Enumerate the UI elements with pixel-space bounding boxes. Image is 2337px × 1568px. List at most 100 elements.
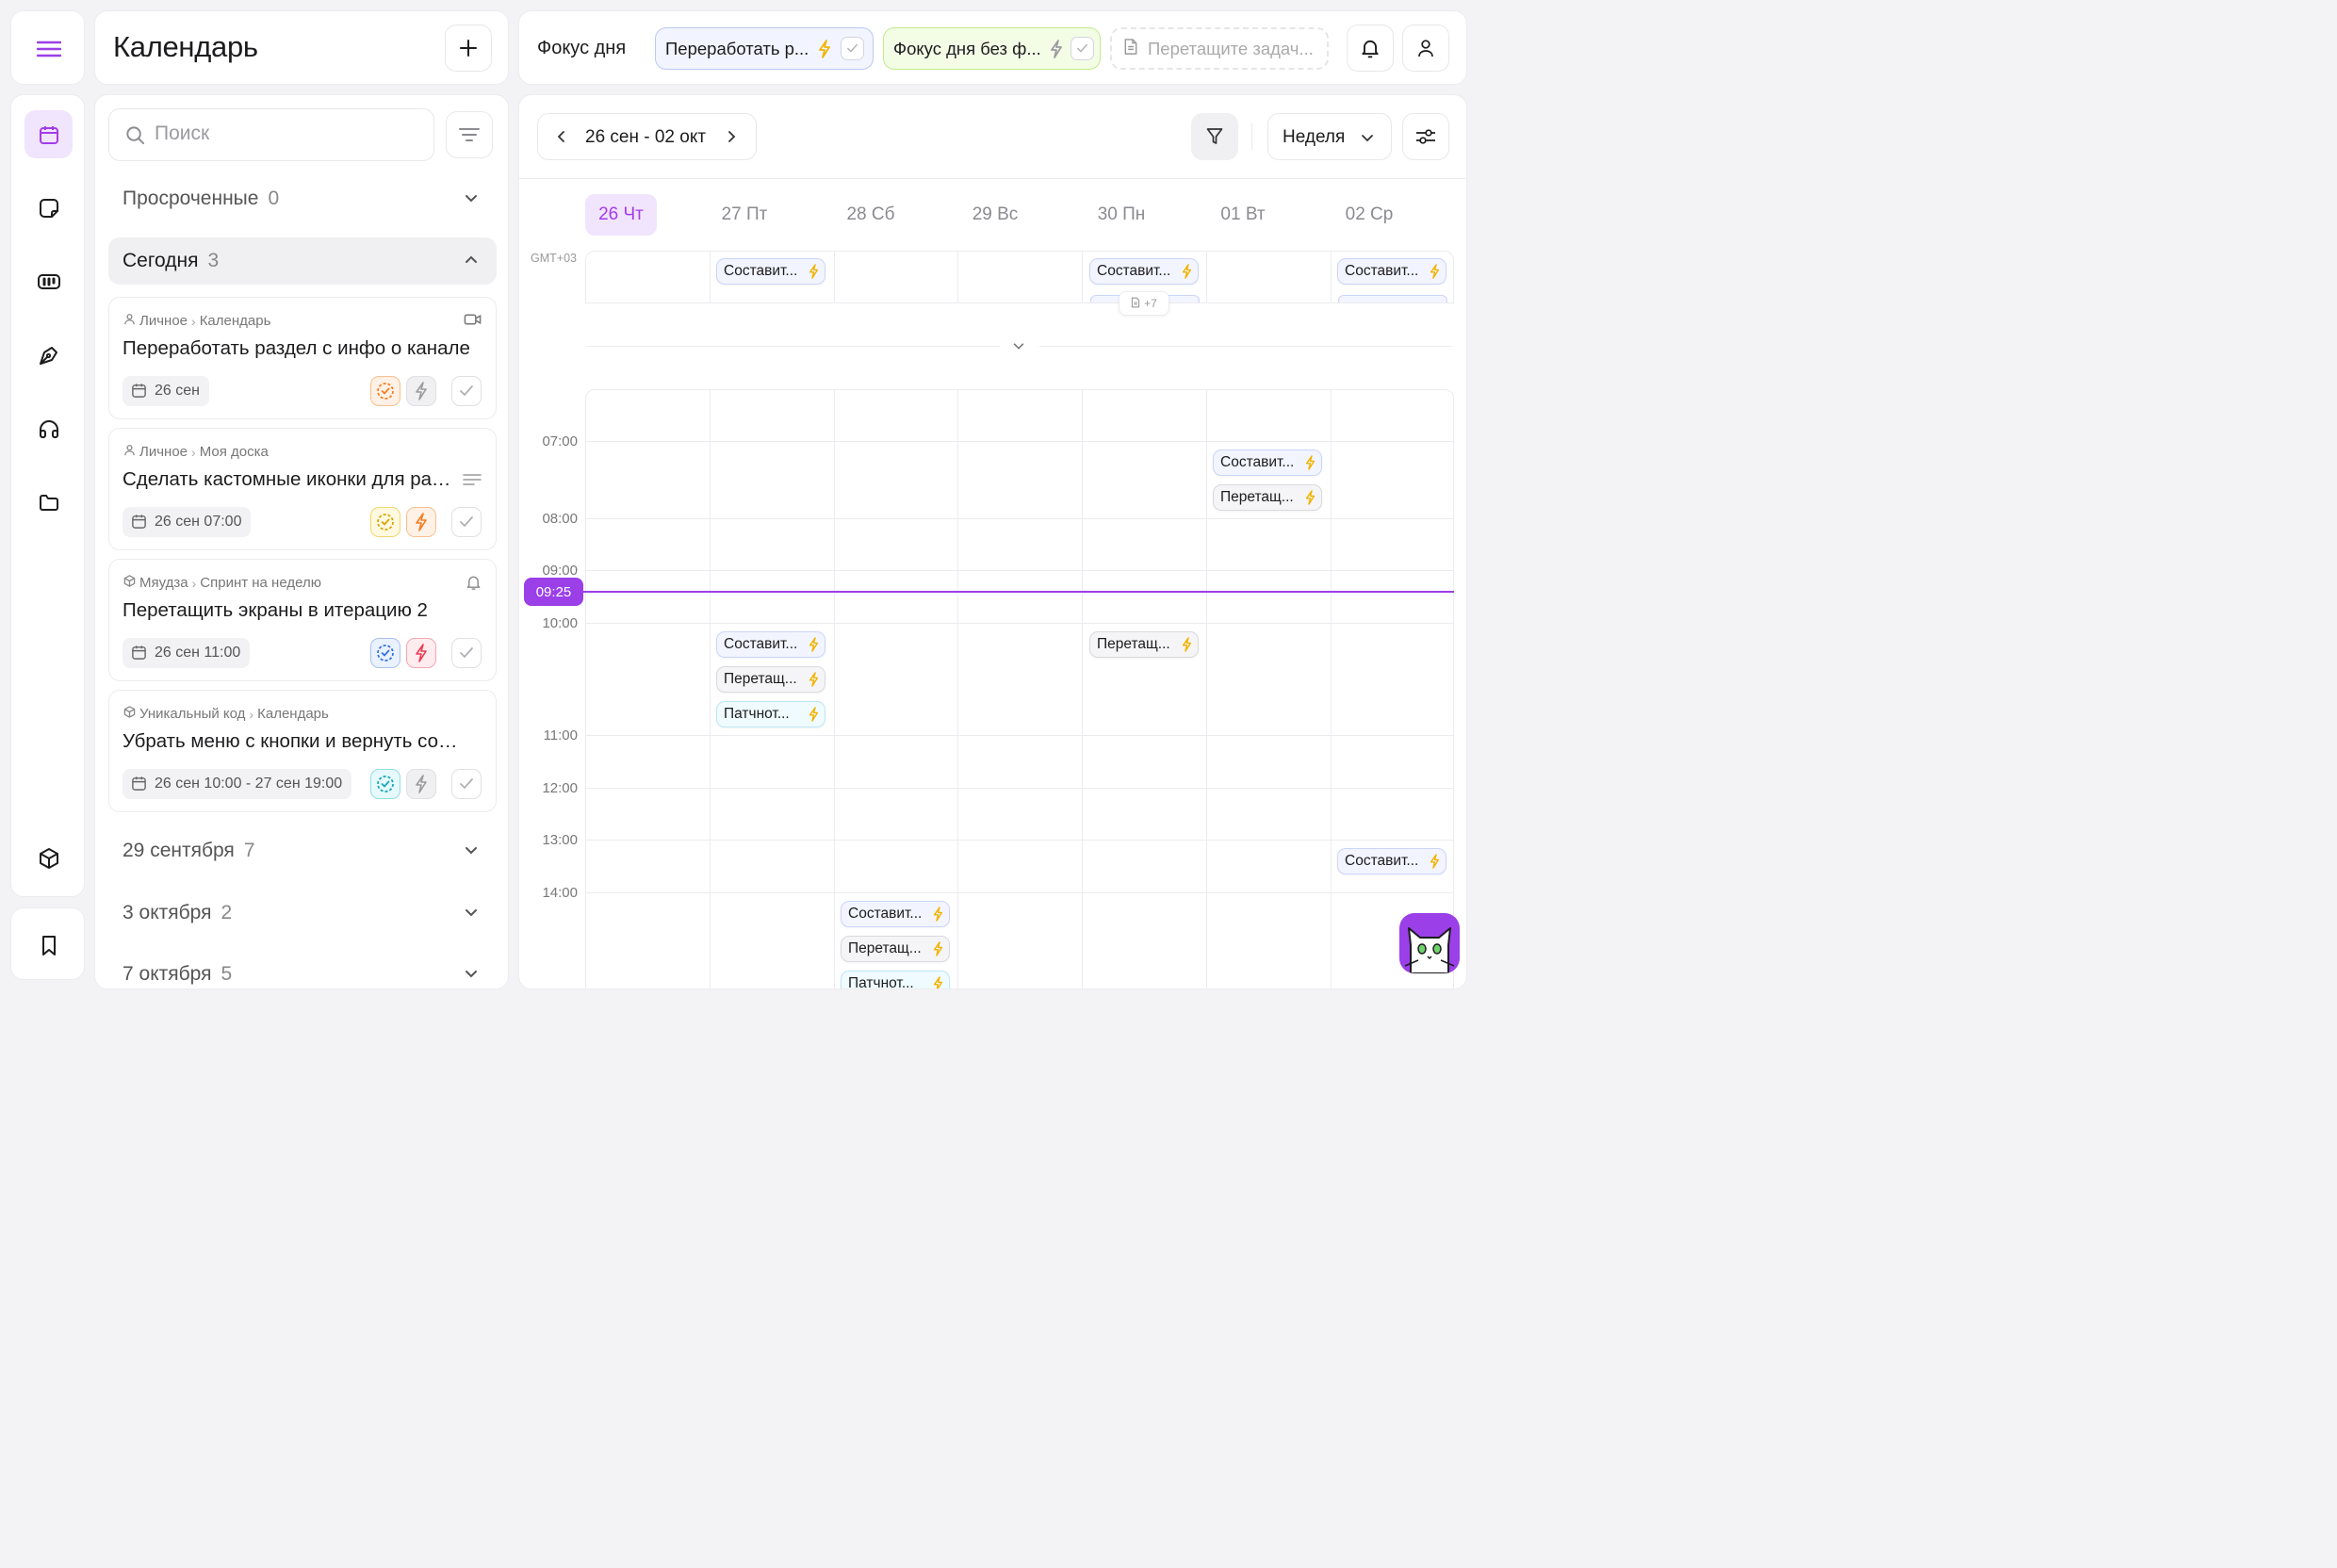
calendar-event[interactable]: Перетащ...: [716, 666, 825, 693]
focus-chip[interactable]: Фокус дня без ф...: [883, 27, 1101, 70]
more-events-badge[interactable]: +7: [1119, 291, 1169, 316]
task-title: Перетащить экраны в итерацию 2: [123, 599, 428, 621]
task-card[interactable]: Мяудза › Спринт на неделю Перетащить экр…: [108, 559, 497, 681]
check-icon[interactable]: [1070, 37, 1094, 60]
calendar-event[interactable]: Составит...: [1337, 848, 1446, 874]
chevron-left-icon[interactable]: [553, 128, 570, 150]
calendar-event[interactable]: Составит...: [841, 901, 950, 927]
day-header[interactable]: 29 Вс: [959, 194, 1031, 236]
task-card[interactable]: Личное › Календарь Переработать раздел с…: [108, 297, 497, 419]
complete-checkbox[interactable]: [451, 376, 482, 406]
task-date-badge[interactable]: 26 сен 07:00: [123, 507, 252, 537]
pen-nib-icon: [38, 344, 60, 367]
focus-toggle[interactable]: [406, 376, 436, 406]
search-input[interactable]: [155, 122, 418, 145]
calendar-event[interactable]: Составит...: [1213, 449, 1322, 476]
status-toggle[interactable]: [370, 507, 400, 537]
day-header[interactable]: 02 Ср: [1333, 194, 1405, 236]
search-box[interactable]: [108, 108, 434, 161]
notifications-button[interactable]: [1347, 24, 1394, 72]
view-select[interactable]: Неделя: [1267, 113, 1392, 160]
sidebar-item-design[interactable]: [25, 331, 73, 379]
calendar-event[interactable]: Составит...: [716, 258, 825, 285]
day-header[interactable]: 27 Пт: [709, 194, 780, 236]
status-toggle[interactable]: [370, 769, 400, 799]
day-header-today[interactable]: 26 Чт: [585, 194, 657, 236]
focus-chip[interactable]: Переработать р...: [655, 27, 874, 70]
section-date-group[interactable]: 3 октября 2: [108, 890, 497, 937]
event-title: Перетащ...: [1097, 636, 1170, 652]
status-toggle[interactable]: [370, 638, 400, 668]
lightning-icon: [933, 941, 943, 961]
time-label: 08:00: [542, 511, 578, 527]
sidebar-item-boards[interactable]: [25, 257, 73, 305]
day-header[interactable]: 28 Сб: [835, 194, 907, 236]
page-title: Календарь: [113, 30, 258, 63]
calendar-event[interactable]: Составит...: [716, 631, 825, 658]
task-date-badge[interactable]: 26 сен: [123, 376, 209, 406]
complete-checkbox[interactable]: [451, 507, 482, 537]
sort-button[interactable]: [446, 111, 493, 158]
focus-drop-zone[interactable]: Перетащите задач...: [1110, 27, 1329, 70]
section-overdue[interactable]: Просроченные 0: [108, 175, 497, 222]
section-today[interactable]: Сегодня 3: [108, 237, 497, 285]
status-toggle[interactable]: [370, 376, 400, 406]
profile-button[interactable]: [1402, 24, 1449, 72]
day-header[interactable]: 30 Пн: [1086, 194, 1157, 236]
sidebar-item-calendar[interactable]: [25, 110, 73, 158]
section-date-group[interactable]: 7 октября 5: [108, 951, 497, 988]
filter-button[interactable]: [1191, 113, 1238, 160]
check-icon: [459, 777, 474, 791]
kanban-icon: [37, 270, 61, 293]
hamburger-menu-icon[interactable]: [25, 24, 73, 73]
event-title: Патчнот...: [724, 706, 790, 722]
complete-checkbox[interactable]: [451, 638, 482, 668]
bookmarks-button[interactable]: [25, 921, 73, 969]
focus-toggle[interactable]: [406, 507, 436, 537]
task-date-badge[interactable]: 26 сен 11:00: [123, 638, 251, 668]
cube-icon: [123, 706, 136, 722]
task-card[interactable]: Уникальный код › Календарь Убрать меню с…: [108, 690, 497, 812]
drop-placeholder: Перетащите задач...: [1148, 38, 1314, 58]
chevron-right-icon[interactable]: [723, 128, 740, 150]
section-date-group[interactable]: 29 сентября 7: [108, 827, 497, 874]
chevron-down-icon: [1359, 129, 1376, 151]
complete-checkbox[interactable]: [451, 769, 482, 799]
chevron-down-icon[interactable]: [1011, 338, 1026, 358]
task-date-badge[interactable]: 26 сен 10:00 - 27 сен 19:00: [123, 769, 352, 799]
day-header[interactable]: 01 Вт: [1207, 194, 1279, 236]
lightning-icon: [1050, 40, 1063, 63]
calendar-event[interactable]: Патчнот...: [841, 971, 950, 988]
calendar-event[interactable]: Патчнот...: [716, 701, 825, 727]
calendar-event[interactable]: Перетащ...: [1213, 484, 1322, 511]
check-icon[interactable]: [841, 37, 864, 60]
calendar-event[interactable]: Составит...: [1089, 258, 1199, 285]
calendar-settings-button[interactable]: [1402, 113, 1449, 160]
sidebar-item-files[interactable]: [25, 478, 73, 526]
task-card[interactable]: Личное › Моя доска Сделать кастомные ико…: [108, 428, 497, 550]
focus-toggle[interactable]: [406, 638, 436, 668]
crumb-workspace: Личное: [139, 313, 188, 329]
sidebar-item-audio[interactable]: [25, 404, 73, 452]
calendar-event[interactable]: Составит...: [1337, 258, 1446, 285]
sidebar-item-notes[interactable]: [25, 184, 73, 232]
sidebar-item-integrations[interactable]: [25, 834, 73, 882]
crumb-board: Календарь: [257, 706, 329, 722]
chevron-up-icon: [463, 252, 480, 274]
assistant-mascot-button[interactable]: [1399, 913, 1460, 973]
focus-toggle[interactable]: [406, 769, 436, 799]
calendar-event[interactable]: Перетащ...: [841, 936, 950, 962]
crumb-workspace: Мяудза: [139, 575, 188, 591]
add-task-button[interactable]: [445, 24, 492, 72]
document-icon: [1123, 38, 1138, 60]
task-breadcrumb: Личное › Календарь: [123, 313, 270, 329]
crumb-board: Спринт на неделю: [200, 575, 321, 591]
focus-label: Фокус дня: [537, 38, 627, 58]
tasks-header: Календарь: [94, 10, 509, 85]
plus-icon: [459, 39, 478, 57]
lightning-icon: [415, 775, 428, 793]
lightning-icon: [809, 264, 819, 284]
calendar-event[interactable]: Перетащ...: [1089, 631, 1199, 658]
current-time-badge: 09:25: [524, 578, 583, 606]
chevron-down-icon: [463, 904, 480, 926]
